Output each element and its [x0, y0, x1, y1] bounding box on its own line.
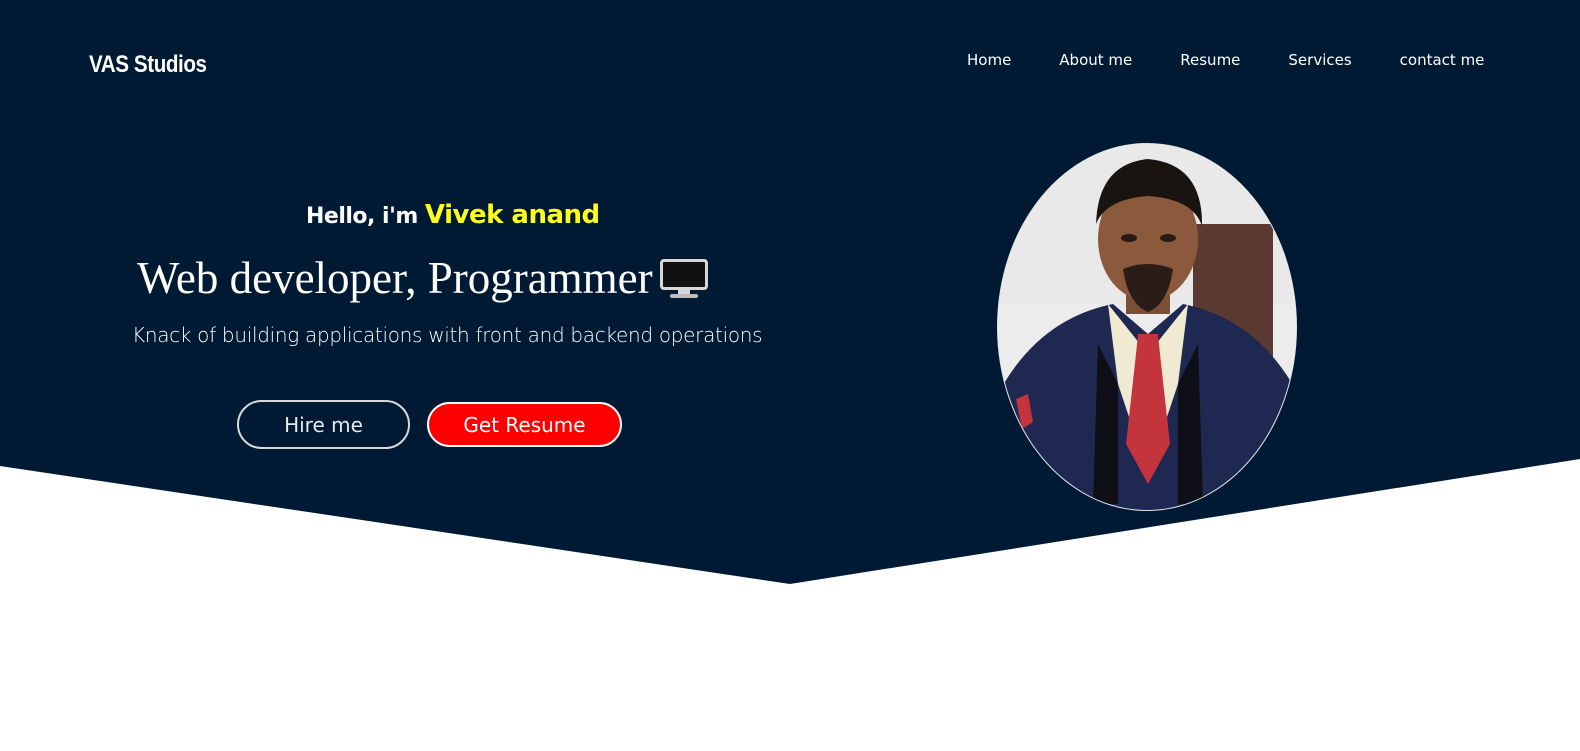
desktop-computer-icon — [659, 256, 711, 300]
hero-subtitle: Knack of building applications with fron… — [132, 323, 763, 347]
nav-home[interactable]: Home — [967, 50, 1011, 70]
hero-greeting: Hello, i'm Vivek anand — [306, 200, 600, 230]
nav-about-me[interactable]: About me — [1059, 50, 1132, 70]
profile-photo — [997, 143, 1297, 511]
headline-text: Web developer, Programmer — [137, 253, 653, 303]
nav-resume[interactable]: Resume — [1180, 50, 1240, 70]
hero-headline: Web developer, Programmer — [137, 252, 711, 304]
nav-services[interactable]: Services — [1288, 50, 1351, 70]
hero-name: Vivek anand — [424, 200, 600, 230]
page: VAS Studios Home About me Resume Service… — [0, 0, 1580, 751]
nav-contact-me[interactable]: contact me — [1400, 50, 1485, 70]
hire-me-button[interactable]: Hire me — [237, 400, 410, 449]
brand-logo[interactable]: VAS Studios — [89, 51, 207, 79]
greeting-text: Hello, i'm — [306, 204, 418, 229]
get-resume-button[interactable]: Get Resume — [427, 402, 622, 447]
main-nav: Home About me Resume Services contact me — [967, 50, 1484, 70]
